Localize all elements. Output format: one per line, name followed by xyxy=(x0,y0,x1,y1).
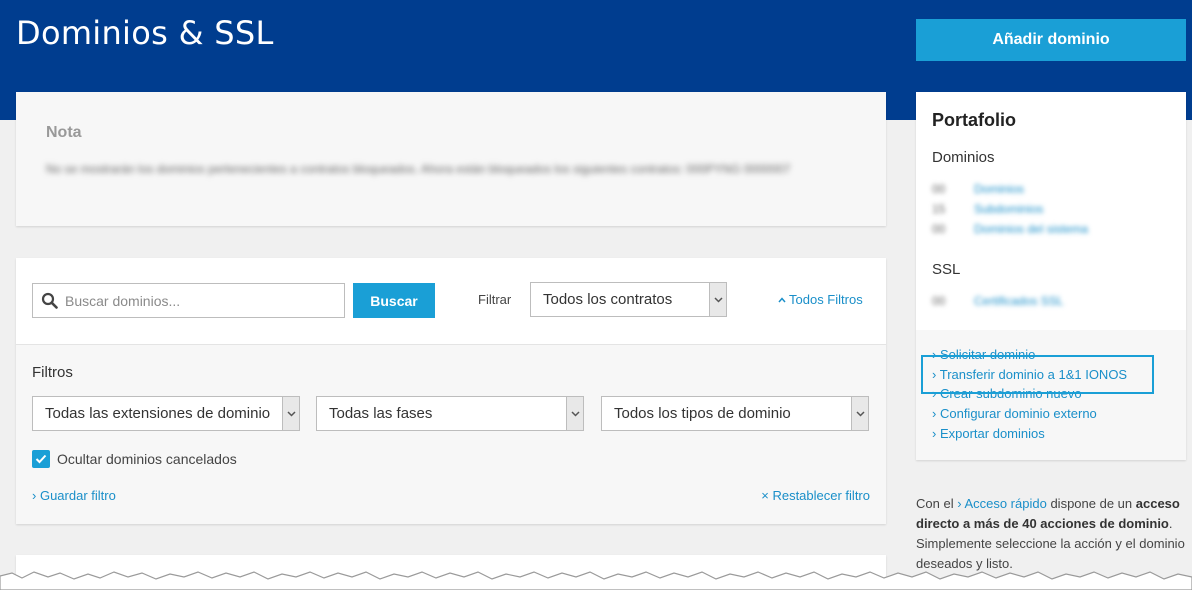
extensions-select-value: Todas las extensiones de dominio xyxy=(45,405,271,422)
quick-access-label: Acceso rápido xyxy=(964,496,1047,511)
chevron-up-icon xyxy=(778,297,786,303)
chevron-right-icon: › xyxy=(932,406,937,421)
row-link[interactable]: Dominios xyxy=(974,182,1024,196)
domains-section-title: Dominios xyxy=(932,149,995,166)
row-count: 00 xyxy=(932,294,946,308)
request-domain-link[interactable]: › Solicitar dominio xyxy=(932,347,1035,362)
all-filters-label: Todos Filtros xyxy=(789,292,863,307)
search-input[interactable] xyxy=(65,284,340,317)
filter-label: Filtrar xyxy=(478,292,512,307)
reset-filter-label: Restablecer filtro xyxy=(772,488,870,503)
portfolio-title: Portafolio xyxy=(932,110,1016,130)
phases-select-value: Todas las fases xyxy=(329,405,433,422)
info-bold: acceso directo a más de 40 acciones de d… xyxy=(916,496,1180,531)
types-select[interactable]: Todos los tipos de dominio xyxy=(601,396,869,431)
link-label: Exportar dominios xyxy=(939,426,1045,441)
search-card: Buscar Filtrar Todos los contratos Todos… xyxy=(16,258,886,524)
note-card: Nota No se mostrarán los dominios perten… xyxy=(16,92,886,226)
note-text: No se mostrarán los dominios pertenecien… xyxy=(46,162,791,176)
chevron-down-icon xyxy=(851,397,868,430)
portfolio-row[interactable]: 00 Certificados SSL xyxy=(932,294,1063,308)
reset-filter-link[interactable]: × Restablecer filtro xyxy=(761,488,870,503)
contracts-select[interactable]: Todos los contratos xyxy=(530,282,727,317)
portfolio-row[interactable]: 00 Dominios xyxy=(932,182,1024,196)
chevron-right-icon: › xyxy=(932,367,937,382)
link-label: Transferir dominio a 1&1 IONOS xyxy=(939,367,1128,382)
note-title: Nota xyxy=(46,124,82,141)
row-count: 15 xyxy=(932,202,946,216)
hide-cancelled-label: Ocultar dominios cancelados xyxy=(57,451,237,467)
search-button[interactable]: Buscar xyxy=(353,283,435,318)
quick-access-link[interactable]: › Acceso rápido xyxy=(957,496,1047,511)
chevron-down-icon xyxy=(566,397,583,430)
types-select-value: Todos los tipos de dominio xyxy=(614,405,791,422)
search-row: Buscar Filtrar Todos los contratos Todos… xyxy=(16,258,886,345)
chevron-right-icon: › xyxy=(932,347,937,362)
contracts-select-value: Todos los contratos xyxy=(543,291,673,308)
info-prefix: Con el xyxy=(916,496,954,511)
row-link[interactable]: Certificados SSL xyxy=(974,294,1063,308)
all-filters-toggle[interactable]: Todos Filtros xyxy=(778,292,863,307)
hide-cancelled-checkbox[interactable] xyxy=(32,450,50,468)
search-icon xyxy=(41,292,58,309)
configure-external-domain-link[interactable]: › Configurar dominio externo xyxy=(932,406,1097,421)
filters-panel: Filtros Todas las extensiones de dominio… xyxy=(16,345,886,524)
chevron-down-icon xyxy=(709,283,726,316)
row-link[interactable]: Subdominios xyxy=(974,202,1043,216)
row-count: 00 xyxy=(932,182,946,196)
chevron-right-icon: › xyxy=(932,386,937,401)
create-subdomain-link[interactable]: › Crear subdominio nuevo xyxy=(932,386,1082,401)
info-mid: dispone de un xyxy=(1050,496,1133,511)
chevron-down-icon xyxy=(282,397,299,430)
chevron-right-icon: › xyxy=(932,426,937,441)
chevron-right-icon: › xyxy=(32,488,37,503)
checkmark-icon xyxy=(35,454,47,464)
portfolio-row[interactable]: 15 Subdominios xyxy=(932,202,1043,216)
phases-select[interactable]: Todas las fases xyxy=(316,396,584,431)
row-count: 00 xyxy=(932,222,946,236)
add-domain-button[interactable]: Añadir dominio xyxy=(916,19,1186,61)
search-field[interactable] xyxy=(32,283,345,318)
transfer-domain-link[interactable]: › Transferir dominio a 1&1 IONOS xyxy=(932,367,1127,382)
save-filter-link[interactable]: › Guardar filtro xyxy=(32,488,116,503)
link-label: Solicitar dominio xyxy=(939,347,1036,362)
extensions-select[interactable]: Todas las extensiones de dominio xyxy=(32,396,300,431)
page-title: Dominios & SSL xyxy=(16,14,274,52)
ssl-section-title: SSL xyxy=(932,261,961,278)
torn-edge xyxy=(0,571,1192,590)
save-filter-label: Guardar filtro xyxy=(39,488,116,503)
portfolio-row[interactable]: 00 Dominios del sistema xyxy=(932,222,1088,236)
export-domains-link[interactable]: › Exportar dominios xyxy=(932,426,1045,441)
row-link[interactable]: Dominios del sistema xyxy=(974,222,1088,236)
link-label: Configurar dominio externo xyxy=(939,406,1097,421)
portfolio-card: Portafolio Dominios 00 Dominios 15 Subdo… xyxy=(916,92,1186,460)
close-icon: × xyxy=(761,488,769,503)
link-label: Crear subdominio nuevo xyxy=(939,386,1082,401)
filters-title: Filtros xyxy=(32,364,73,381)
portfolio-actions: › Solicitar dominio › Transferir dominio… xyxy=(916,330,1186,460)
